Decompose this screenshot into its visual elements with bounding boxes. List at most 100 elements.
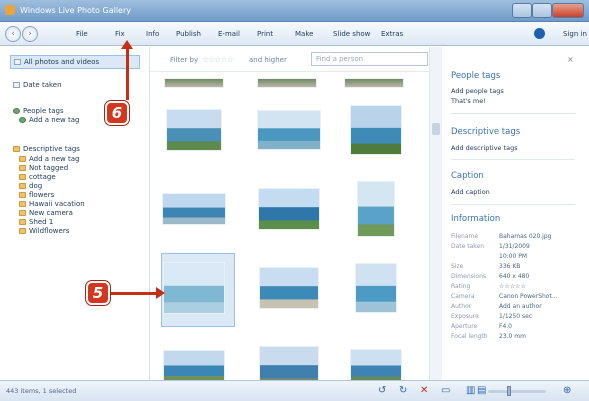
maximize-button[interactable] [532, 3, 552, 18]
sidebar-item-add-people-tag[interactable]: Add a new tag [19, 116, 79, 124]
photo-thumbnail-selected[interactable] [163, 262, 225, 314]
menu-publish[interactable]: Publish [176, 30, 201, 38]
sidebar-item-descriptive-tags[interactable]: Descriptive tags [13, 145, 80, 153]
back-icon[interactable]: ‹ [5, 26, 21, 42]
status-text: 443 items, 1 selected [6, 387, 77, 395]
menu-fix[interactable]: Fix [115, 30, 125, 38]
thats-me-link[interactable]: That's me! [451, 97, 486, 105]
photo-thumbnail[interactable] [355, 263, 397, 313]
callout-5-pointer [111, 292, 157, 295]
rotate-left-icon[interactable]: ↺ [378, 385, 386, 397]
info-key: Rating [451, 283, 471, 290]
sidebar-item-tag[interactable]: Shed 1 [19, 218, 53, 226]
menu-slideshow[interactable]: Slide show [333, 30, 370, 38]
info-row: Size 336 KB [451, 263, 583, 272]
photo-thumbnail[interactable] [344, 78, 404, 88]
thumbnail-view-icon[interactable]: ▤ [477, 385, 486, 397]
photo-thumbnail[interactable] [257, 110, 321, 150]
sidebar-item-tag[interactable]: flowers [19, 191, 54, 199]
sidebar-item-tag[interactable]: Wildflowers [19, 227, 69, 235]
menu-email[interactable]: E-mail [218, 30, 240, 38]
info-value[interactable]: ☆☆☆☆☆ [499, 283, 526, 290]
photo-thumbnail[interactable] [257, 78, 317, 88]
photo-thumbnail[interactable] [258, 188, 320, 230]
sidebar-item-tag[interactable]: dog [19, 182, 42, 190]
people-tags-heading: People tags [451, 71, 501, 81]
photo-thumbnail[interactable] [259, 346, 319, 380]
help-icon[interactable] [534, 28, 545, 39]
info-value[interactable]: Add an author [499, 303, 542, 310]
add-people-tags-link[interactable]: Add people tags [451, 87, 504, 95]
filter-bar: Filter by ☆☆☆☆☆ and higher Find a person [150, 47, 429, 72]
sidebar-item-label: cottage [29, 173, 56, 181]
search-input[interactable]: Find a person [311, 52, 428, 66]
info-key: Author [451, 303, 472, 310]
sidebar-item-tag[interactable]: cottage [19, 173, 56, 181]
info-pane: × People tags Add people tags That's me!… [443, 47, 589, 380]
photo-thumbnail[interactable] [162, 193, 226, 225]
close-pane-icon[interactable]: × [567, 55, 574, 64]
scrollbar-thumb[interactable] [432, 123, 440, 135]
details-view-icon[interactable]: ▥ [466, 385, 475, 397]
photo-thumbnail[interactable] [350, 105, 402, 155]
sidebar-item-label: All photos and videos [24, 58, 100, 66]
sidebar-item-label: Hawaii vacation [29, 200, 85, 208]
info-row: Aperture F4.0 [451, 323, 583, 332]
rating-filter-stars-icon[interactable]: ☆☆☆☆☆ [202, 55, 234, 64]
slideshow-icon[interactable]: ▭ [441, 385, 450, 397]
minimize-button[interactable] [512, 3, 532, 18]
menu-extras[interactable]: Extras [381, 30, 403, 38]
photo-thumbnail[interactable] [164, 78, 224, 88]
divider [451, 113, 575, 114]
info-key: Size [451, 263, 464, 270]
info-key: Exposure [451, 313, 479, 320]
rotate-right-icon[interactable]: ↻ [399, 385, 407, 397]
sidebar-item-tag[interactable]: Add a new tag [19, 155, 79, 163]
thumbnail-grid [150, 72, 429, 380]
tag-icon [19, 219, 26, 225]
info-key: Aperture [451, 323, 478, 330]
add-descriptive-tags-link[interactable]: Add descriptive tags [451, 144, 518, 152]
sidebar-item-tag[interactable]: Hawaii vacation [19, 200, 85, 208]
filter-and-higher[interactable]: and higher [249, 56, 287, 64]
delete-icon[interactable]: ✕ [420, 385, 428, 397]
photo-thumbnail[interactable] [163, 350, 225, 380]
add-caption-link[interactable]: Add caption [451, 188, 490, 196]
zoom-slider-knob[interactable] [507, 386, 511, 396]
callout-5-badge: 5 [86, 281, 110, 305]
menu-make[interactable]: Make [295, 30, 313, 38]
info-value: 1/31/2009 [499, 243, 530, 250]
descriptive-tags-heading: Descriptive tags [451, 127, 521, 137]
info-row: Focal length 23.0 mm [451, 333, 583, 342]
menu-print[interactable]: Print [257, 30, 273, 38]
sidebar-item-people-tags[interactable]: People tags [13, 107, 64, 115]
sign-in-link[interactable]: Sign in [563, 30, 587, 38]
info-value: F4.0 [499, 323, 512, 330]
sidebar-item-tag[interactable]: New camera [19, 209, 73, 217]
info-key: Dimensions [451, 273, 487, 280]
status-bar: 443 items, 1 selected ↺ ↻ ✕ ▭ ▥ ▤ ⊕ [0, 380, 589, 401]
info-value: 10:00 PM [499, 253, 527, 260]
photo-thumbnail[interactable] [357, 181, 395, 237]
menu-info[interactable]: Info [146, 30, 159, 38]
divider [451, 159, 575, 160]
menu-file[interactable]: File [76, 30, 88, 38]
scrollbar[interactable] [429, 47, 442, 380]
sidebar-item-label: Descriptive tags [23, 145, 80, 153]
sidebar-item-label: Wildflowers [29, 227, 70, 235]
photo-thumbnail[interactable] [259, 267, 319, 309]
sidebar-item-all-photos[interactable]: All photos and videos [10, 55, 140, 69]
sidebar-item-date-taken[interactable]: Date taken [13, 81, 62, 89]
photo-thumbnail[interactable] [166, 109, 222, 151]
sidebar-item-label: New camera [29, 209, 73, 217]
info-value: Canon PowerShot... [499, 293, 558, 300]
photo-thumbnail[interactable] [350, 349, 402, 380]
info-value: Bahamas 020.jpg [499, 233, 552, 240]
zoom-in-icon[interactable]: ⊕ [563, 385, 571, 397]
person-icon [13, 108, 20, 114]
close-button[interactable] [552, 3, 584, 18]
info-value: 640 x 480 [499, 273, 530, 280]
zoom-slider-track[interactable] [488, 390, 546, 393]
forward-icon[interactable]: › [22, 26, 38, 42]
sidebar-item-tag[interactable]: Not tagged [19, 164, 68, 172]
